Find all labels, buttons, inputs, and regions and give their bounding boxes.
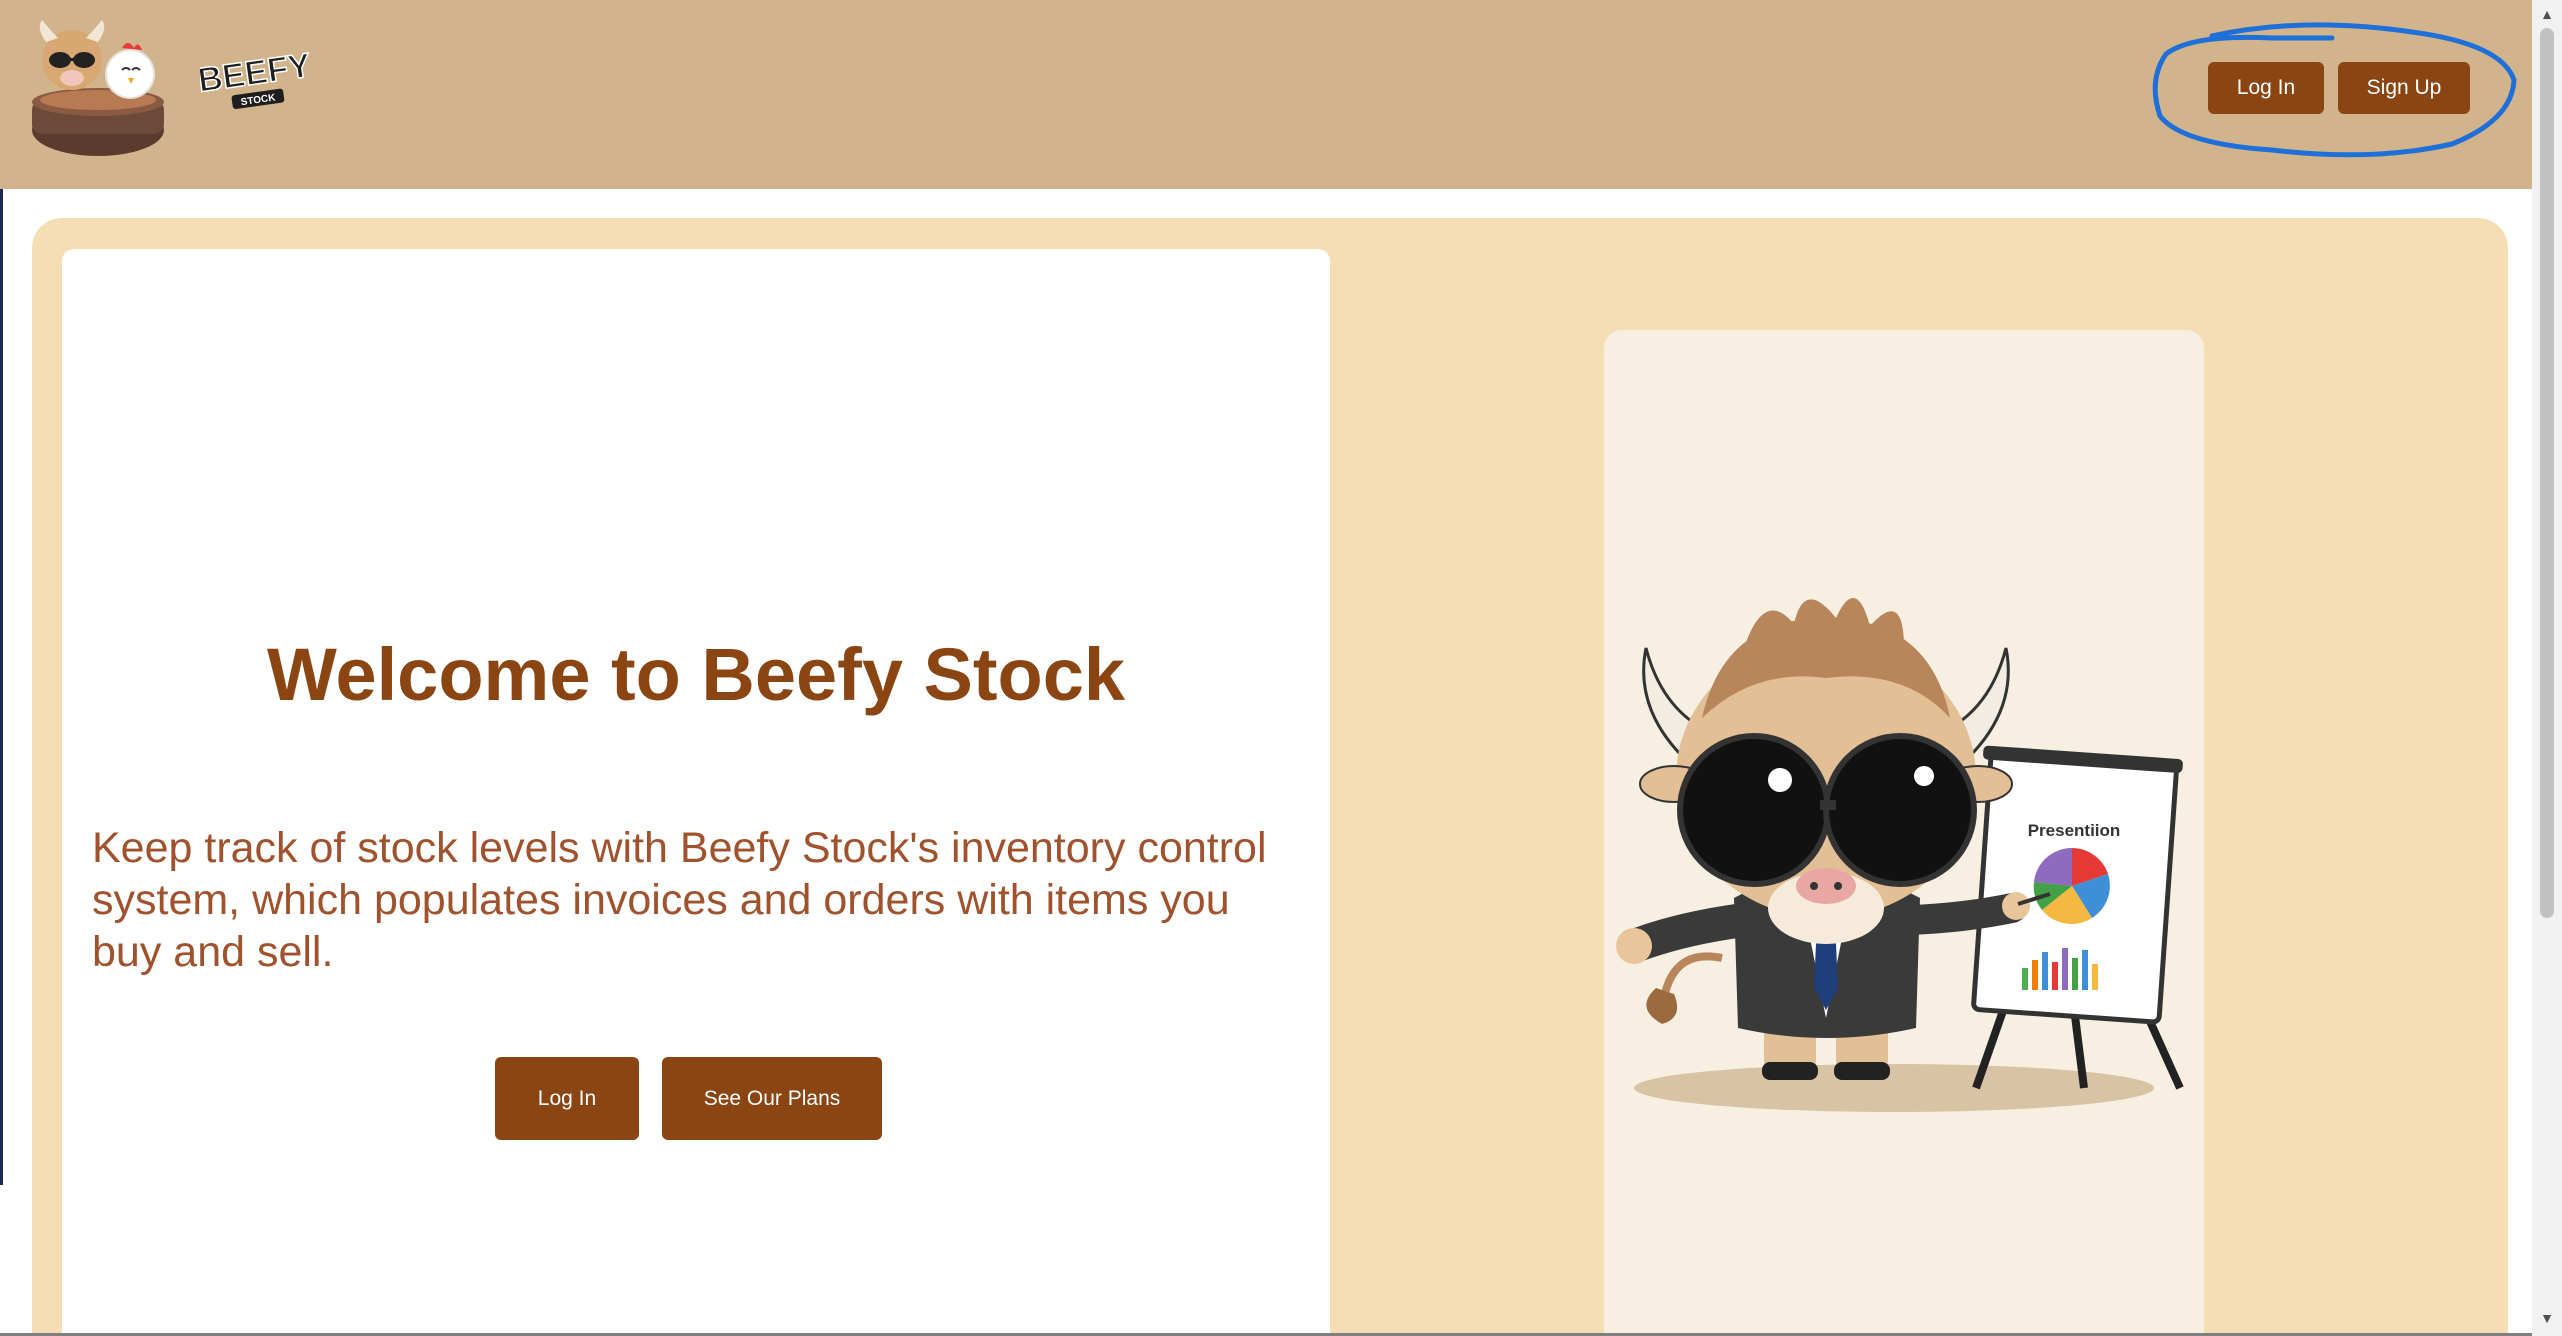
see-plans-button[interactable]: See Our Plans xyxy=(662,1057,882,1140)
svg-text:BEEFY: BEEFY xyxy=(200,46,312,99)
vertical-scrollbar[interactable]: ▲ ▼ xyxy=(2532,0,2562,1336)
svg-text:Presentiion: Presentiion xyxy=(2028,821,2121,840)
logo-wordmark[interactable]: BEEFY STOCK xyxy=(200,46,312,124)
page-title: Welcome to Beefy Stock xyxy=(266,633,1126,716)
chevron-down-icon[interactable]: ▼ xyxy=(2532,1306,2562,1330)
chevron-up-icon[interactable]: ▲ xyxy=(2532,2,2562,26)
site-header: BEEFY STOCK Log In Sign Up xyxy=(0,0,2532,189)
hero-login-button[interactable]: Log In xyxy=(495,1057,639,1140)
welcome-card xyxy=(62,249,1330,1336)
logo-icon[interactable] xyxy=(18,12,178,160)
header-signup-button[interactable]: Sign Up xyxy=(2338,62,2470,114)
mascot-illustration: Presentiion xyxy=(1616,597,2184,1112)
scrollbar-thumb[interactable] xyxy=(2540,28,2554,918)
intro-description: Keep track of stock levels with Beefy St… xyxy=(92,824,1267,976)
header-login-button[interactable]: Log In xyxy=(2208,62,2324,114)
